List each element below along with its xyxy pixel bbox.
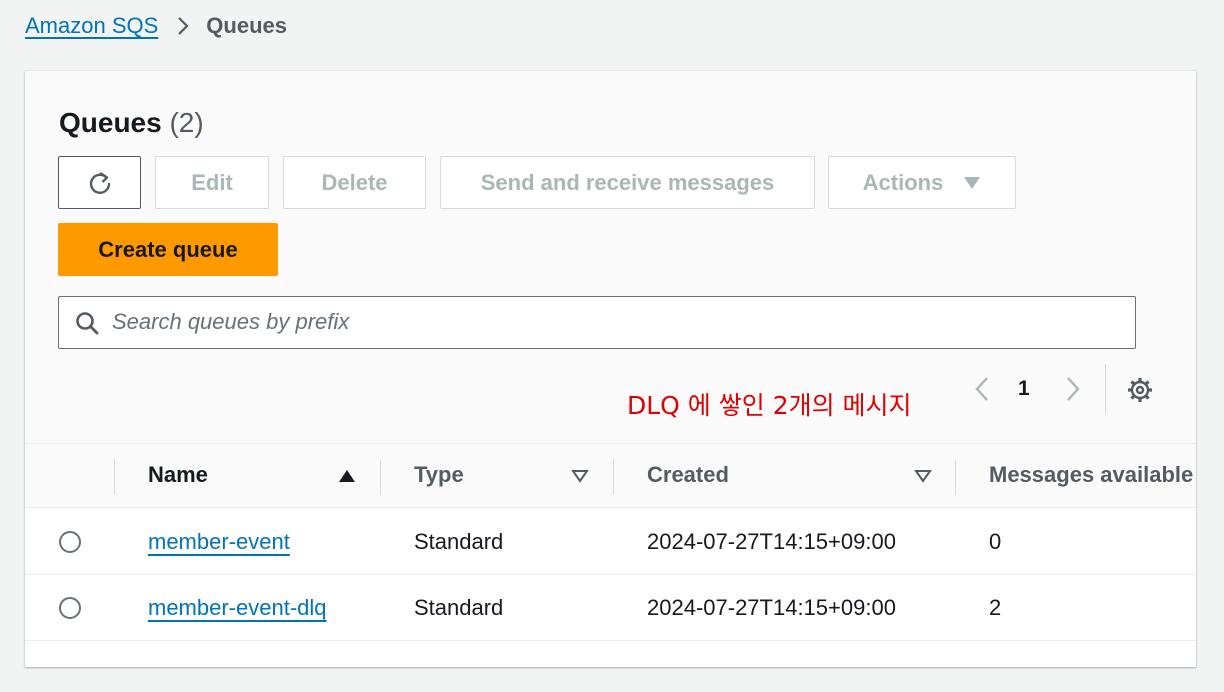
queue-count: (2) xyxy=(169,107,204,138)
search-box xyxy=(58,296,1136,349)
refresh-button[interactable] xyxy=(58,156,141,209)
column-header-name[interactable]: Name xyxy=(148,462,208,488)
chevron-right-icon[interactable] xyxy=(1061,374,1085,404)
delete-button[interactable]: Delete xyxy=(283,156,426,209)
breadcrumb: Amazon SQS Queues xyxy=(25,12,287,40)
column-header-type[interactable]: Type xyxy=(414,462,464,488)
table-header: Name Type Created Messages available xyxy=(25,443,1196,508)
breadcrumb-link-amazon-sqs[interactable]: Amazon SQS xyxy=(25,13,158,39)
queue-name-link[interactable]: member-event xyxy=(148,529,290,555)
sort-ascending-icon[interactable] xyxy=(338,469,356,488)
edit-button[interactable]: Edit xyxy=(155,156,269,209)
column-divider xyxy=(613,459,614,495)
column-divider xyxy=(380,459,381,495)
search-input[interactable] xyxy=(112,307,1112,337)
queue-messages-available: 2 xyxy=(989,595,1002,620)
column-divider xyxy=(114,459,115,495)
gear-icon[interactable] xyxy=(1126,376,1154,404)
queue-type: Standard xyxy=(414,595,504,620)
queues-panel: Queues (2) Edit Delete Send and receive … xyxy=(25,71,1196,667)
column-divider xyxy=(955,459,956,495)
page-title: Queues (2) xyxy=(59,107,204,139)
actions-dropdown-button[interactable]: Actions xyxy=(828,156,1016,209)
create-queue-button[interactable]: Create queue xyxy=(58,223,278,276)
queue-name-link[interactable]: member-event-dlq xyxy=(148,595,327,621)
pagination-current-page[interactable]: 1 xyxy=(1018,377,1030,401)
queue-created: 2024-07-27T14:15+09:00 xyxy=(647,529,896,554)
actions-label: Actions xyxy=(862,169,944,195)
queue-type: Standard xyxy=(414,529,504,554)
queue-messages-available: 0 xyxy=(989,529,1002,554)
queue-created: 2024-07-27T14:15+09:00 xyxy=(647,595,896,620)
search-icon xyxy=(75,311,99,340)
annotation-text: DLQ 에 쌓인 2개의 메시지 xyxy=(627,391,912,420)
caret-down-icon xyxy=(963,176,981,190)
column-header-messages-available[interactable]: Messages available xyxy=(989,462,1193,488)
breadcrumb-current: Queues xyxy=(206,13,287,38)
page-title-text: Queues xyxy=(59,107,162,138)
table-row[interactable]: member-event-dlq Standard 2024-07-27T14:… xyxy=(25,575,1196,641)
panel-header: Queues (2) Edit Delete Send and receive … xyxy=(25,71,1196,443)
chevron-left-icon[interactable] xyxy=(970,374,994,404)
chevron-right-icon xyxy=(176,15,190,37)
sort-descending-icon[interactable] xyxy=(914,469,932,488)
pagination-divider xyxy=(1105,364,1106,414)
row-select-radio[interactable] xyxy=(59,531,81,553)
table-row[interactable]: member-event Standard 2024-07-27T14:15+0… xyxy=(25,509,1196,575)
refresh-icon xyxy=(89,171,110,194)
send-receive-messages-button[interactable]: Send and receive messages xyxy=(440,156,815,209)
row-select-radio[interactable] xyxy=(59,597,81,619)
column-header-created[interactable]: Created xyxy=(647,462,729,488)
sort-descending-icon[interactable] xyxy=(571,469,589,488)
